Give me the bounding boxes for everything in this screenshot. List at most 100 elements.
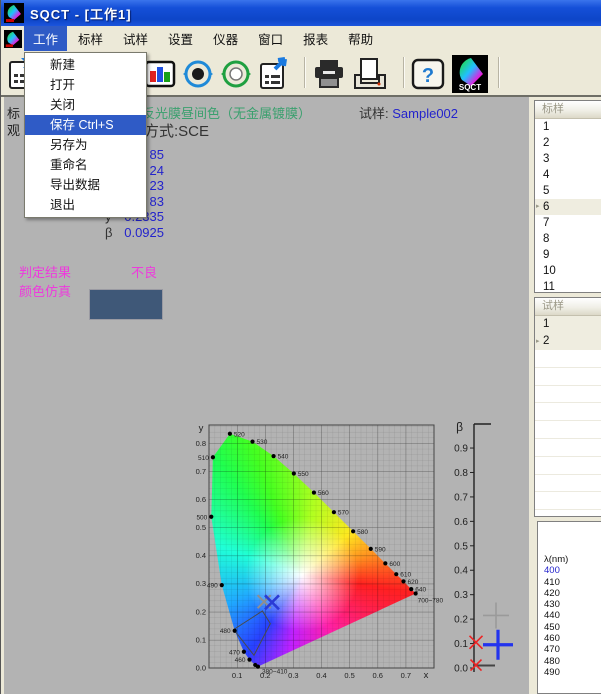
svg-text:0.5: 0.5 bbox=[344, 671, 354, 680]
empty-row bbox=[535, 386, 601, 404]
judgement-label: 判定结果 bbox=[19, 262, 71, 281]
wavelength-430[interactable]: 430 bbox=[544, 599, 601, 610]
wavelength-410[interactable]: 410 bbox=[544, 577, 601, 588]
list-row-1[interactable]: 1 bbox=[535, 316, 601, 333]
list-row-7[interactable]: 7 bbox=[535, 215, 601, 231]
svg-text:β: β bbox=[456, 420, 463, 434]
menu-item-5[interactable]: 窗口 bbox=[249, 26, 292, 51]
menu-item-0[interactable]: 工作 bbox=[24, 26, 67, 51]
print-preview-button[interactable] bbox=[351, 54, 389, 93]
standard-measure-icon bbox=[181, 57, 215, 91]
value-label: β bbox=[105, 225, 112, 241]
app-icon bbox=[4, 3, 24, 23]
empty-row bbox=[535, 475, 601, 493]
svg-text:0.6: 0.6 bbox=[196, 495, 206, 504]
svg-text:470: 470 bbox=[229, 649, 240, 656]
export-report-button[interactable] bbox=[255, 54, 293, 93]
list-row-9[interactable]: 9 bbox=[535, 247, 601, 263]
sample-measure-button[interactable] bbox=[217, 54, 255, 93]
svg-text:0.2: 0.2 bbox=[196, 607, 206, 616]
list-row-6[interactable]: ▸6 bbox=[535, 199, 601, 215]
value-number: 24 bbox=[150, 163, 164, 178]
wavelength-460[interactable]: 460 bbox=[544, 633, 601, 644]
svg-text:0.2: 0.2 bbox=[454, 615, 468, 626]
standards-panel: 标样 12345▸67891011 bbox=[534, 100, 601, 293]
wavelength-440[interactable]: 440 bbox=[544, 610, 601, 621]
svg-text:0.4: 0.4 bbox=[316, 671, 326, 680]
samples-header: 试样 bbox=[535, 298, 601, 316]
svg-text:0.8: 0.8 bbox=[196, 439, 206, 448]
list-row-4[interactable]: 4 bbox=[535, 167, 601, 183]
menu-item-7[interactable]: 帮助 bbox=[339, 26, 382, 51]
help-button[interactable]: ? bbox=[409, 54, 447, 93]
value-number: 23 bbox=[150, 178, 164, 193]
list-row-8[interactable]: 8 bbox=[535, 231, 601, 247]
svg-text:0.0: 0.0 bbox=[454, 664, 468, 675]
print-button[interactable] bbox=[310, 54, 348, 93]
file-menu-item-7[interactable]: 退出 bbox=[25, 195, 146, 215]
value-number: 85 bbox=[150, 147, 164, 162]
list-row-3[interactable]: 3 bbox=[535, 151, 601, 167]
svg-text:0.1: 0.1 bbox=[196, 635, 206, 644]
sample-measure-icon bbox=[219, 57, 253, 91]
svg-text:0.4: 0.4 bbox=[196, 551, 206, 560]
svg-text:0.7: 0.7 bbox=[401, 671, 411, 680]
file-menu-item-1[interactable]: 打开 bbox=[25, 75, 146, 95]
empty-row bbox=[535, 403, 601, 421]
wavelength-450[interactable]: 450 bbox=[544, 622, 601, 633]
list-row-11[interactable]: 11 bbox=[535, 279, 601, 293]
selected-row-marker: ▸ bbox=[536, 333, 540, 350]
svg-text:570: 570 bbox=[338, 510, 349, 517]
wavelength-420[interactable]: 420 bbox=[544, 588, 601, 599]
svg-text:0.3: 0.3 bbox=[196, 579, 206, 588]
empty-row bbox=[535, 457, 601, 475]
svg-text:540: 540 bbox=[278, 454, 289, 461]
list-row-5[interactable]: 5 bbox=[535, 183, 601, 199]
menu-item-3[interactable]: 设置 bbox=[159, 26, 202, 51]
file-menu-item-0[interactable]: 新建 bbox=[25, 55, 146, 75]
svg-text:x: x bbox=[424, 670, 429, 681]
list-row-2[interactable]: 2 bbox=[535, 135, 601, 151]
svg-text:0.6: 0.6 bbox=[454, 517, 468, 528]
list-row-1[interactable]: 1 bbox=[535, 119, 601, 135]
file-menu-item-5[interactable]: 重命名 bbox=[25, 155, 146, 175]
toolbar-separator bbox=[403, 57, 405, 88]
selected-row-marker: ▸ bbox=[536, 199, 540, 215]
svg-text:490: 490 bbox=[207, 583, 218, 590]
standards-list: 12345▸67891011 bbox=[535, 119, 601, 293]
svg-text:380~410: 380~410 bbox=[262, 669, 288, 676]
file-menu-item-3[interactable]: 保存 Ctrl+S bbox=[25, 115, 146, 135]
file-menu-item-4[interactable]: 另存为 bbox=[25, 135, 146, 155]
title-bar[interactable]: SQCT - [工作1] bbox=[1, 0, 601, 26]
wavelength-400[interactable]: 400 bbox=[544, 565, 601, 576]
list-row-10[interactable]: 10 bbox=[535, 263, 601, 279]
toolbar-separator bbox=[304, 57, 306, 88]
wavelength-490[interactable]: 490 bbox=[544, 667, 601, 678]
file-menu-item-6[interactable]: 导出数据 bbox=[25, 175, 146, 195]
svg-text:620: 620 bbox=[407, 579, 418, 586]
file-menu-item-2[interactable]: 关闭 bbox=[25, 95, 146, 115]
menu-item-6[interactable]: 报表 bbox=[294, 26, 337, 51]
sqct-logo-button[interactable]: SQCT bbox=[451, 54, 489, 93]
svg-text:0.5: 0.5 bbox=[454, 541, 468, 552]
svg-text:SQCT: SQCT bbox=[459, 83, 481, 92]
svg-text:580: 580 bbox=[357, 529, 368, 536]
truncated-label-2: 观 bbox=[7, 120, 20, 139]
svg-text:0.0: 0.0 bbox=[196, 664, 206, 673]
sqct-logo-icon: SQCT bbox=[452, 55, 488, 93]
menu-item-2[interactable]: 试样 bbox=[114, 26, 157, 51]
svg-text:0.7: 0.7 bbox=[454, 492, 468, 503]
color-simulation-swatch bbox=[89, 289, 163, 320]
standard-measure-button[interactable] bbox=[179, 54, 217, 93]
wavelength-480[interactable]: 480 bbox=[544, 656, 601, 667]
wavelength-470[interactable]: 470 bbox=[544, 644, 601, 655]
list-row-2[interactable]: ▸2 bbox=[535, 333, 601, 350]
printer-icon bbox=[312, 58, 346, 90]
empty-row bbox=[535, 368, 601, 386]
color-simulation-label: 颜色仿真 bbox=[19, 281, 71, 300]
bar-chart-icon bbox=[144, 58, 176, 90]
export-report-icon bbox=[257, 57, 291, 91]
menu-item-1[interactable]: 标样 bbox=[69, 26, 112, 51]
svg-text:600: 600 bbox=[389, 561, 400, 568]
menu-item-4[interactable]: 仪器 bbox=[204, 26, 247, 51]
